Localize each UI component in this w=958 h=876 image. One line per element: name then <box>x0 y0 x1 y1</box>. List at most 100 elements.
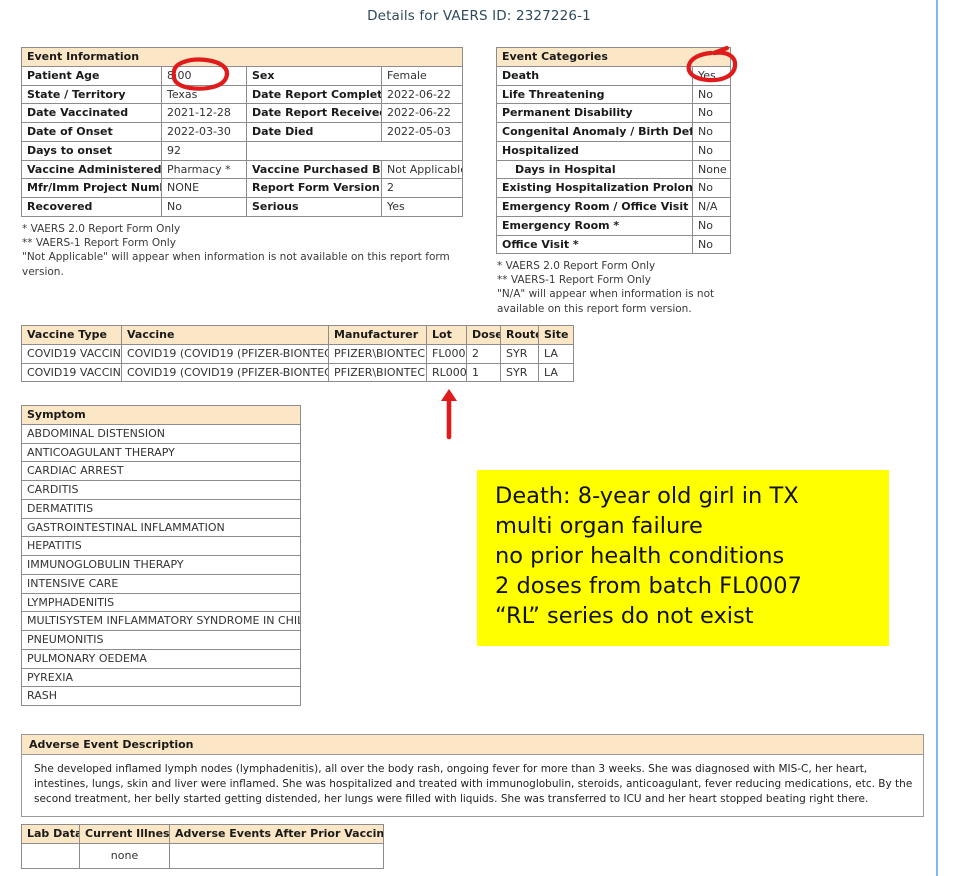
table-row: Date Vaccinated 2021-12-28 Date Report Rec… <box>21 103 463 123</box>
event-info-label|label2: Sex <box>246 65 382 86</box>
event-information-footnote: * VAERS 2.0 Report Form Only ** VAERS-1 … <box>22 223 450 278</box>
table-row: GASTROINTESTINAL INFLAMMATION <box>21 517 301 538</box>
vaccine-cell: COVID19 (COVID19 (PFIZER-BIONTECH)) <box>121 362 329 383</box>
event-info-value|value2: 2022-06-22 <box>381 103 463 123</box>
vaccine-cell: PFIZER\BIONTECH <box>328 343 427 364</box>
vaccine-table: Vaccine Type Vaccine Manufacturer Lot Dose Ro… <box>21 325 574 383</box>
lab-data-column-header: Adverse Events After Prior Vaccinations <box>169 824 384 844</box>
event-category-label: Emergency Room * <box>496 215 693 236</box>
table-row: COVID19 VACCINE COVID19 (COVID19 (PFIZER-… <box>21 362 574 383</box>
event-info-label|label1: Recovered <box>21 197 162 217</box>
table-row: Date of Onset 2022-03-30 Date Died 2022-05-… <box>21 122 463 142</box>
symptom-name: IMMUNOGLOBULIN THERAPY <box>21 555 301 575</box>
event-info-label|label1: Days to onset <box>21 140 162 161</box>
event-category-value: No <box>691 178 732 198</box>
event-info-label|label2: Date Died <box>246 122 382 142</box>
event-category-label: Existing Hospitalization Prolonged <box>496 178 693 198</box>
table-row: COVID19 VACCINE COVID19 (COVID19 (PFIZER-… <box>21 343 574 364</box>
event-info-label|label1: Mfr/Imm Project Number <box>21 178 162 198</box>
event-info-value|value1: Texas <box>161 84 247 105</box>
vaccine-column-header: Manufacturer <box>328 325 427 345</box>
symptom-table: Symptom ABDOMINAL DISTENSION ANTICOAGULAN… <box>21 405 301 706</box>
event-category-label: Hospitalized <box>496 140 693 161</box>
vaccine-cell: LA <box>538 362 574 383</box>
event-info-value|value2: Yes <box>381 197 463 217</box>
event-category-value: No <box>691 122 732 142</box>
event-category-label: Life Threatening <box>496 84 693 105</box>
event-information-table: Event Information Patient Age 8.00 Sex Fema… <box>21 47 463 217</box>
yellow-callout-note: Death: 8-year old girl in TX multi organ… <box>477 470 889 646</box>
table-row: ABDOMINAL DISTENSION <box>21 423 301 444</box>
vaccine-column-header: Lot <box>426 325 467 345</box>
event-info-value|value2: 2022-06-22 <box>381 84 463 105</box>
event-category-value: Yes <box>691 65 732 86</box>
event-info-value|value2: Not Applicable * <box>381 159 463 180</box>
event-category-value: None <box>691 159 732 180</box>
event-info-value|value1: 92 <box>161 140 247 161</box>
adverse-event-description-panel: Adverse Event Description She developed … <box>21 734 924 817</box>
table-row: Days in Hospital None <box>496 159 732 180</box>
table-row: Patient Age 8.00 Sex Female <box>21 65 463 86</box>
table-row: LYMPHADENITIS <box>21 592 301 613</box>
event-info-value|value1: NONE <box>161 178 247 198</box>
event-category-label: Permanent Disability <box>496 103 693 123</box>
event-categories-table: Event Categories Death Yes Life Threatenin… <box>495 47 732 255</box>
event-info-value|value1: No <box>161 197 247 217</box>
symptom-name: PULMONARY OEDEMA <box>21 648 301 669</box>
table-row: INTENSIVE CARE <box>21 573 301 594</box>
event-info-value|value2: 2 <box>381 178 463 198</box>
event-info-label|label1: Patient Age <box>21 65 162 86</box>
adverse-event-description-body: She developed inflamed lymph nodes (lymp… <box>34 763 913 806</box>
event-info-label|label2: Report Form Version <box>246 178 382 198</box>
vaccine-column-header: Dose <box>466 325 501 345</box>
event-info-value|value1: 2021-12-28 <box>161 103 247 123</box>
event-information-header-row: Event Information <box>21 47 463 67</box>
table-row: Permanent Disability No <box>496 103 732 123</box>
table-row: CARDITIS <box>21 480 301 500</box>
vaccine-column-header: Route <box>500 325 539 345</box>
lab-data-cell <box>21 842 80 869</box>
lab-data-column-header: Current Illness <box>79 824 170 844</box>
lab-data-column-header: Lab Data <box>21 824 80 844</box>
event-category-value: No <box>691 140 732 161</box>
vaccine-cell: COVID19 (COVID19 (PFIZER-BIONTECH)) <box>121 343 329 364</box>
event-category-label: Emergency Room / Office Visit ** <box>496 197 693 217</box>
symptom-name: PYREXIA <box>21 667 301 688</box>
symptom-name: LYMPHADENITIS <box>21 592 301 613</box>
event-info-label|label2: Vaccine Purchased By <box>246 159 382 180</box>
table-row: PYREXIA <box>21 667 301 688</box>
event-category-label: Office Visit * <box>496 234 693 255</box>
vaccine-cell: COVID19 VACCINE <box>21 343 122 364</box>
table-row: Recovered No Serious Yes <box>21 197 463 217</box>
table-row: Congenital Anomaly / Birth Defect *No <box>496 122 732 142</box>
symptom-name: DERMATITIS <box>21 498 301 519</box>
table-row: DERMATITIS <box>21 498 301 519</box>
event-category-label: Days in Hospital <box>496 159 693 180</box>
table-row: Mfr/Imm Project NumberNONEReport Form Ve… <box>21 178 463 198</box>
up-arrow-icon <box>441 389 457 440</box>
symptom-header: Symptom <box>21 405 301 425</box>
table-row: none <box>21 842 384 869</box>
red-arrow-lot-annotation <box>437 387 463 440</box>
vaccine-column-header: Vaccine Type <box>21 325 122 345</box>
vaccine-column-header: Site <box>538 325 574 345</box>
table-row: IMMUNOGLOBULIN THERAPY <box>21 555 301 575</box>
event-info-label|label2: Serious <box>246 197 382 217</box>
vaccine-cell: SYR <box>500 343 539 364</box>
event-information-header: Event Information <box>21 47 463 67</box>
table-row: Days to onset 92 <box>21 140 463 161</box>
event-category-value: No <box>691 84 732 105</box>
table-row: Death Yes <box>496 65 732 86</box>
table-row: Office Visit * No <box>496 234 732 255</box>
symptom-header-row: Symptom <box>21 405 301 425</box>
table-row: HEPATITIS <box>21 536 301 556</box>
table-row: State / Territory Texas Date Report Comple… <box>21 84 463 105</box>
event-info-label|label1: Date Vaccinated <box>21 103 162 123</box>
symptom-name: ABDOMINAL DISTENSION <box>21 423 301 444</box>
symptom-name: RASH <box>21 686 301 706</box>
lab-data-cell <box>169 842 384 869</box>
table-row: CARDIAC ARREST <box>21 461 301 481</box>
event-info-label|label2: Date Report Completed <box>246 84 382 105</box>
vaers-report-page: Details for VAERS ID: 2327226-1 Event In… <box>0 0 958 876</box>
event-info-label|label1: Date of Onset <box>21 122 162 142</box>
